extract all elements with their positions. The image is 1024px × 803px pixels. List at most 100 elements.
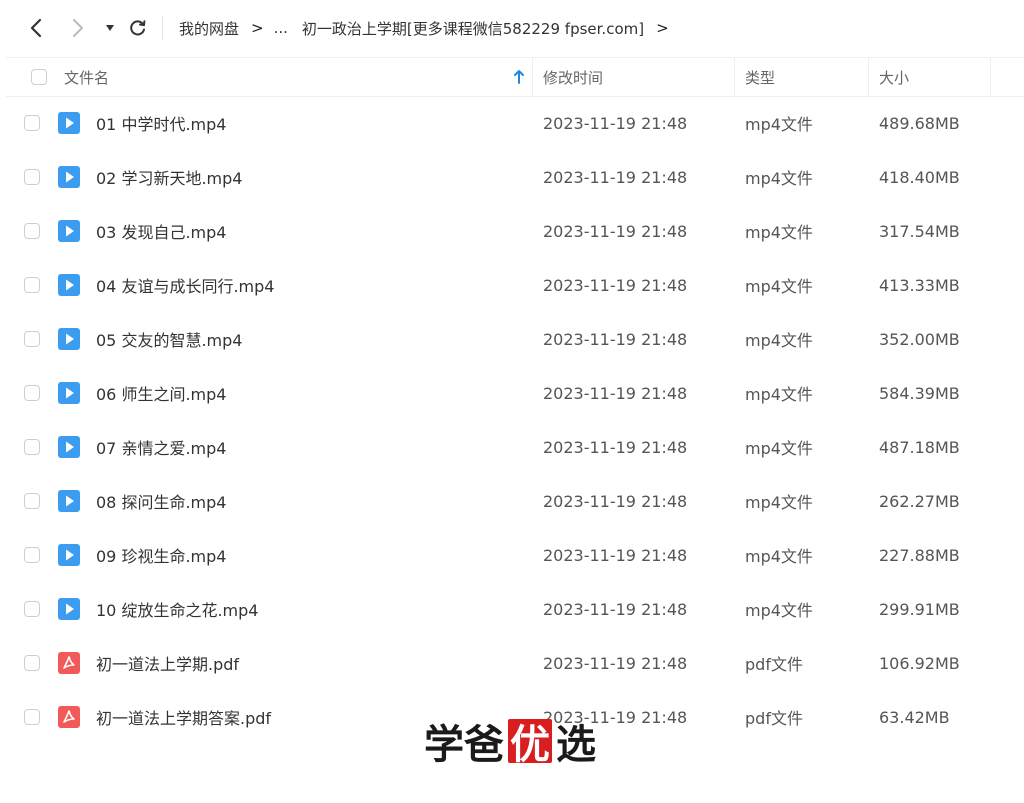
table-row[interactable]: 08 探问生命.mp4 2023-11-19 21:48 mp4文件 262.2…: [6, 474, 1024, 528]
file-name[interactable]: 初一道法上学期答案.pdf: [96, 690, 271, 744]
table-row[interactable]: 03 发现自己.mp4 2023-11-19 21:48 mp4文件 317.5…: [6, 204, 1024, 258]
file-type: mp4文件: [745, 601, 813, 620]
file-name[interactable]: 03 发现自己.mp4: [96, 204, 226, 258]
row-checkbox[interactable]: [24, 169, 40, 185]
column-divider[interactable]: [868, 58, 869, 96]
file-size: 418.40MB: [879, 167, 960, 187]
file-size: 487.18MB: [879, 437, 960, 457]
row-checkbox[interactable]: [24, 331, 40, 347]
file-name[interactable]: 10 绽放生命之花.mp4: [96, 582, 258, 636]
file-name[interactable]: 05 交友的智慧.mp4: [96, 312, 242, 366]
file-modified-time: 2023-11-19 21:48: [543, 167, 688, 187]
file-size: 262.27MB: [879, 491, 960, 511]
file-modified-time: 2023-11-19 21:48: [543, 545, 688, 565]
column-divider[interactable]: [532, 58, 533, 96]
select-all-checkbox[interactable]: [31, 69, 47, 85]
file-size: 299.91MB: [879, 599, 960, 619]
file-size: 352.00MB: [879, 329, 960, 349]
table-row[interactable]: 01 中学时代.mp4 2023-11-19 21:48 mp4文件 489.6…: [6, 96, 1024, 150]
table-row[interactable]: 04 友谊与成长同行.mp4 2023-11-19 21:48 mp4文件 41…: [6, 258, 1024, 312]
row-checkbox[interactable]: [24, 709, 40, 725]
row-checkbox[interactable]: [24, 601, 40, 617]
watermark-text-part1: 学爸: [424, 721, 504, 768]
column-header-type[interactable]: 类型: [745, 58, 775, 96]
pdf-file-icon: [58, 652, 80, 674]
table-row[interactable]: 07 亲情之爱.mp4 2023-11-19 21:48 mp4文件 487.1…: [6, 420, 1024, 474]
file-modified-time: 2023-11-19 21:48: [543, 653, 688, 673]
table-row[interactable]: 10 绽放生命之花.mp4 2023-11-19 21:48 mp4文件 299…: [6, 582, 1024, 636]
breadcrumb-root[interactable]: 我的网盘: [179, 18, 239, 39]
file-size: 106.92MB: [879, 653, 960, 673]
file-name[interactable]: 06 师生之间.mp4: [96, 366, 226, 420]
chevron-right-icon: [73, 19, 83, 37]
select-all-checkbox-cell[interactable]: [31, 58, 47, 96]
file-size: 227.88MB: [879, 545, 960, 565]
row-checkbox[interactable]: [24, 547, 40, 563]
forward-button[interactable]: [64, 14, 92, 42]
row-checkbox[interactable]: [24, 277, 40, 293]
pdf-file-icon: [58, 706, 80, 728]
arrow-up-icon[interactable]: [513, 69, 525, 85]
table-row[interactable]: 02 学习新天地.mp4 2023-11-19 21:48 mp4文件 418.…: [6, 150, 1024, 204]
file-size: 584.39MB: [879, 383, 960, 403]
row-checkbox[interactable]: [24, 439, 40, 455]
refresh-icon: [130, 20, 146, 36]
video-file-icon: [58, 112, 80, 134]
breadcrumb: 我的网盘 > ... 初一政治上学期[更多课程微信582229 fpser.co…: [179, 16, 679, 40]
table-row[interactable]: 06 师生之间.mp4 2023-11-19 21:48 mp4文件 584.3…: [6, 366, 1024, 420]
column-header-modified[interactable]: 修改时间: [543, 58, 603, 96]
video-file-icon: [58, 598, 80, 620]
file-type: mp4文件: [745, 169, 813, 188]
video-file-icon: [58, 220, 80, 242]
breadcrumb-ellipsis[interactable]: ...: [274, 19, 288, 37]
video-file-icon: [58, 436, 80, 458]
file-modified-time: 2023-11-19 21:48: [543, 113, 688, 133]
file-name[interactable]: 04 友谊与成长同行.mp4: [96, 258, 274, 312]
history-dropdown-button[interactable]: [96, 14, 124, 42]
file-name[interactable]: 02 学习新天地.mp4: [96, 150, 242, 204]
file-modified-time: 2023-11-19 21:48: [543, 491, 688, 511]
video-file-icon: [58, 382, 80, 404]
row-checkbox[interactable]: [24, 385, 40, 401]
file-name[interactable]: 09 珍视生命.mp4: [96, 528, 226, 582]
file-list: 01 中学时代.mp4 2023-11-19 21:48 mp4文件 489.6…: [6, 96, 1024, 744]
video-file-icon: [58, 274, 80, 296]
row-checkbox[interactable]: [24, 115, 40, 131]
file-modified-time: 2023-11-19 21:48: [543, 275, 688, 295]
file-type: mp4文件: [745, 439, 813, 458]
file-size: 489.68MB: [879, 113, 960, 133]
caret-down-icon: [106, 25, 114, 31]
file-type: mp4文件: [745, 385, 813, 404]
file-name[interactable]: 08 探问生命.mp4: [96, 474, 226, 528]
table-row[interactable]: 09 珍视生命.mp4 2023-11-19 21:48 mp4文件 227.8…: [6, 528, 1024, 582]
file-size: 413.33MB: [879, 275, 960, 295]
file-type: pdf文件: [745, 655, 803, 674]
row-checkbox[interactable]: [24, 493, 40, 509]
video-file-icon: [58, 490, 80, 512]
file-name[interactable]: 01 中学时代.mp4: [96, 96, 226, 150]
file-modified-time: 2023-11-19 21:48: [543, 221, 688, 241]
breadcrumb-current[interactable]: 初一政治上学期[更多课程微信582229 fpser.com]: [302, 18, 644, 39]
refresh-button[interactable]: [124, 14, 152, 42]
toolbar: 我的网盘 > ... 初一政治上学期[更多课程微信582229 fpser.co…: [0, 0, 1024, 56]
column-header-name[interactable]: 文件名: [64, 58, 109, 96]
file-name[interactable]: 初一道法上学期.pdf: [96, 636, 239, 690]
file-size: 63.42MB: [879, 707, 950, 727]
file-type: mp4文件: [745, 331, 813, 350]
file-name[interactable]: 07 亲情之爱.mp4: [96, 420, 226, 474]
row-checkbox[interactable]: [24, 223, 40, 239]
table-row[interactable]: 初一道法上学期.pdf 2023-11-19 21:48 pdf文件 106.9…: [6, 636, 1024, 690]
column-divider[interactable]: [734, 58, 735, 96]
file-type: mp4文件: [745, 547, 813, 566]
table-row[interactable]: 05 交友的智慧.mp4 2023-11-19 21:48 mp4文件 352.…: [6, 312, 1024, 366]
file-modified-time: 2023-11-19 21:48: [543, 383, 688, 403]
file-type: pdf文件: [745, 709, 803, 728]
column-header-size[interactable]: 大小: [879, 58, 909, 96]
back-button[interactable]: [22, 14, 50, 42]
file-size: 317.54MB: [879, 221, 960, 241]
video-file-icon: [58, 328, 80, 350]
row-checkbox[interactable]: [24, 655, 40, 671]
watermark-text-part3: 选: [556, 721, 596, 768]
column-divider[interactable]: [990, 58, 991, 96]
video-file-icon: [58, 544, 80, 566]
